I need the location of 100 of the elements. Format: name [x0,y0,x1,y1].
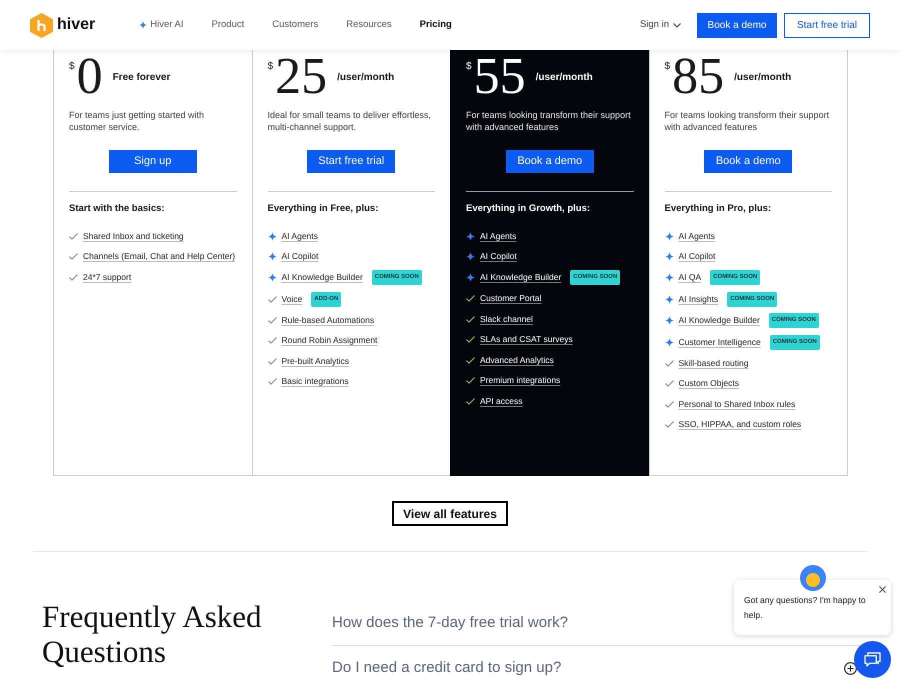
check-icon [466,295,475,302]
feature-link[interactable]: AI Copilot [282,251,318,262]
bot-avatar-icon [800,565,826,591]
sparkle-icon [268,252,276,261]
feature-link[interactable]: Custom Objects [678,378,739,389]
check-icon [664,380,674,387]
currency-symbol: $ [664,62,670,72]
check-icon [466,398,475,404]
sparkle-icon [664,273,674,282]
feature-link[interactable]: AI Agents [678,230,715,242]
check-icon [268,337,276,344]
feature-link[interactable]: AI Knowledge Builder [282,272,363,283]
check-icon [69,253,78,260]
check-icon [466,316,475,322]
feature-link[interactable]: AI Copilot [678,251,716,262]
check-icon [466,356,475,364]
price-period: Free forever [112,72,170,84]
check-icon [268,296,276,302]
feature-link[interactable]: Skill-based routing [678,358,748,368]
price-amount: 85 [672,57,724,97]
price-amount: 55 [474,57,526,97]
feature-link[interactable]: Advanced Analytics [480,354,554,366]
faq-question[interactable]: How does the 7-day free trial work? [332,612,568,635]
currency-symbol: $ [268,62,274,72]
check-icon [664,400,674,408]
sparkle-icon [466,232,475,240]
close-icon[interactable] [879,586,886,593]
price-amount: 25 [275,57,328,97]
sign-in-link[interactable]: Sign in [640,18,681,32]
plan-button[interactable]: Book a demo [506,150,594,173]
chat-launcher-button[interactable] [854,641,891,678]
chat-message: Got any questions? I'm happy to help. [744,594,867,622]
view-all-features-button[interactable]: View all features [392,501,508,526]
nav-link[interactable]: Hiver AI [139,18,184,32]
feature-link[interactable]: AI Insights [678,294,718,304]
sparkle-icon [466,273,475,282]
check-icon [69,232,78,240]
sparkle-icon [268,232,276,240]
feature-link[interactable]: AI Agents [282,230,318,242]
check-icon [664,360,674,366]
feature-link[interactable]: SLAs and CSAT surveys [480,334,573,345]
sparkle-icon [664,232,674,240]
chevron-down-icon [673,22,681,28]
feature-link[interactable]: Slack channel [480,314,533,324]
price-period: /user/month [734,72,792,84]
plan-button[interactable]: Start free trial [307,150,396,173]
feature-link[interactable]: AI Knowledge Builder [678,315,760,326]
sparkle-icon [664,338,674,346]
feature-link[interactable]: AI Copilot [480,251,517,262]
header-button[interactable]: Start free trial [784,12,870,38]
chat-bubbles-icon [864,652,881,667]
nav-link[interactable]: Pricing [420,18,452,32]
faq-title: Frequently Asked Questions [42,599,263,669]
nav-link[interactable]: Customers [272,18,318,32]
plus-circle-icon[interactable] [844,662,857,674]
features-heading: Everything in Growth, plus: [466,203,592,215]
features-heading: Everything in Pro, plus: [664,203,772,215]
feature-link[interactable]: Rule-based Automations [282,314,374,326]
feature-link[interactable]: Customer Intelligence [678,336,761,348]
sparkle-icon [466,252,475,261]
nav-link[interactable]: Resources [346,18,392,32]
sparkle-icon [664,252,674,261]
currency-symbol: $ [466,62,472,72]
logo-wordmark[interactable]: hiver [57,17,96,33]
feature-link[interactable]: Basic integrations [282,376,349,387]
faq-question[interactable]: Do I need a credit card to sign up? [332,656,562,680]
plan-description: For teams looking transform their support with advanced features [466,110,632,133]
feature-link[interactable]: API access [480,396,523,406]
check-icon [268,358,276,364]
sparkle-icon [268,273,276,282]
feature-link[interactable]: Round Robin Assignment [282,335,378,346]
feature-link[interactable]: AI Knowledge Builder [480,272,562,283]
feature-link[interactable]: AI Agents [480,230,516,242]
plan-description: For teams looking transform their support with advanced features [664,110,830,133]
plan-description: Ideal for small teams to deliver effortless, multi-channel support. [268,110,432,133]
feature-link[interactable]: SSO, HIPPAA, and custom roles [678,419,802,430]
feature-link[interactable]: Voice [282,294,302,304]
check-icon [268,316,276,324]
feature-link[interactable]: AI QA [678,272,702,283]
check-icon [466,377,475,384]
header-button[interactable]: Book a demo [697,12,777,38]
features-heading: Start with the basics: [69,203,166,215]
check-icon [664,421,674,428]
sparkle-icon [664,294,674,304]
nav-link[interactable]: Product [212,18,244,32]
check-icon [69,274,78,280]
feature-link[interactable]: Channels (Email, Chat and Help Center) [83,251,236,262]
feature-link[interactable]: Premium integrations [480,375,560,386]
feature-link[interactable]: Personal to Shared Inbox rules [678,398,796,410]
check-icon [268,378,276,385]
plan-button[interactable]: Sign up [108,150,197,173]
feature-link[interactable]: Customer Portal [480,293,542,304]
feature-link[interactable]: Shared Inbox and ticketing [83,230,184,242]
feature-link[interactable]: 24*7 support [83,272,132,282]
plan-button[interactable]: Book a demo [704,150,792,173]
price-period: /user/month [536,72,593,84]
currency-symbol: $ [69,62,75,72]
feature-link[interactable]: Pre-built Analytics [282,356,350,366]
features-heading: Everything in Free, plus: [268,203,380,215]
check-icon [466,336,475,343]
